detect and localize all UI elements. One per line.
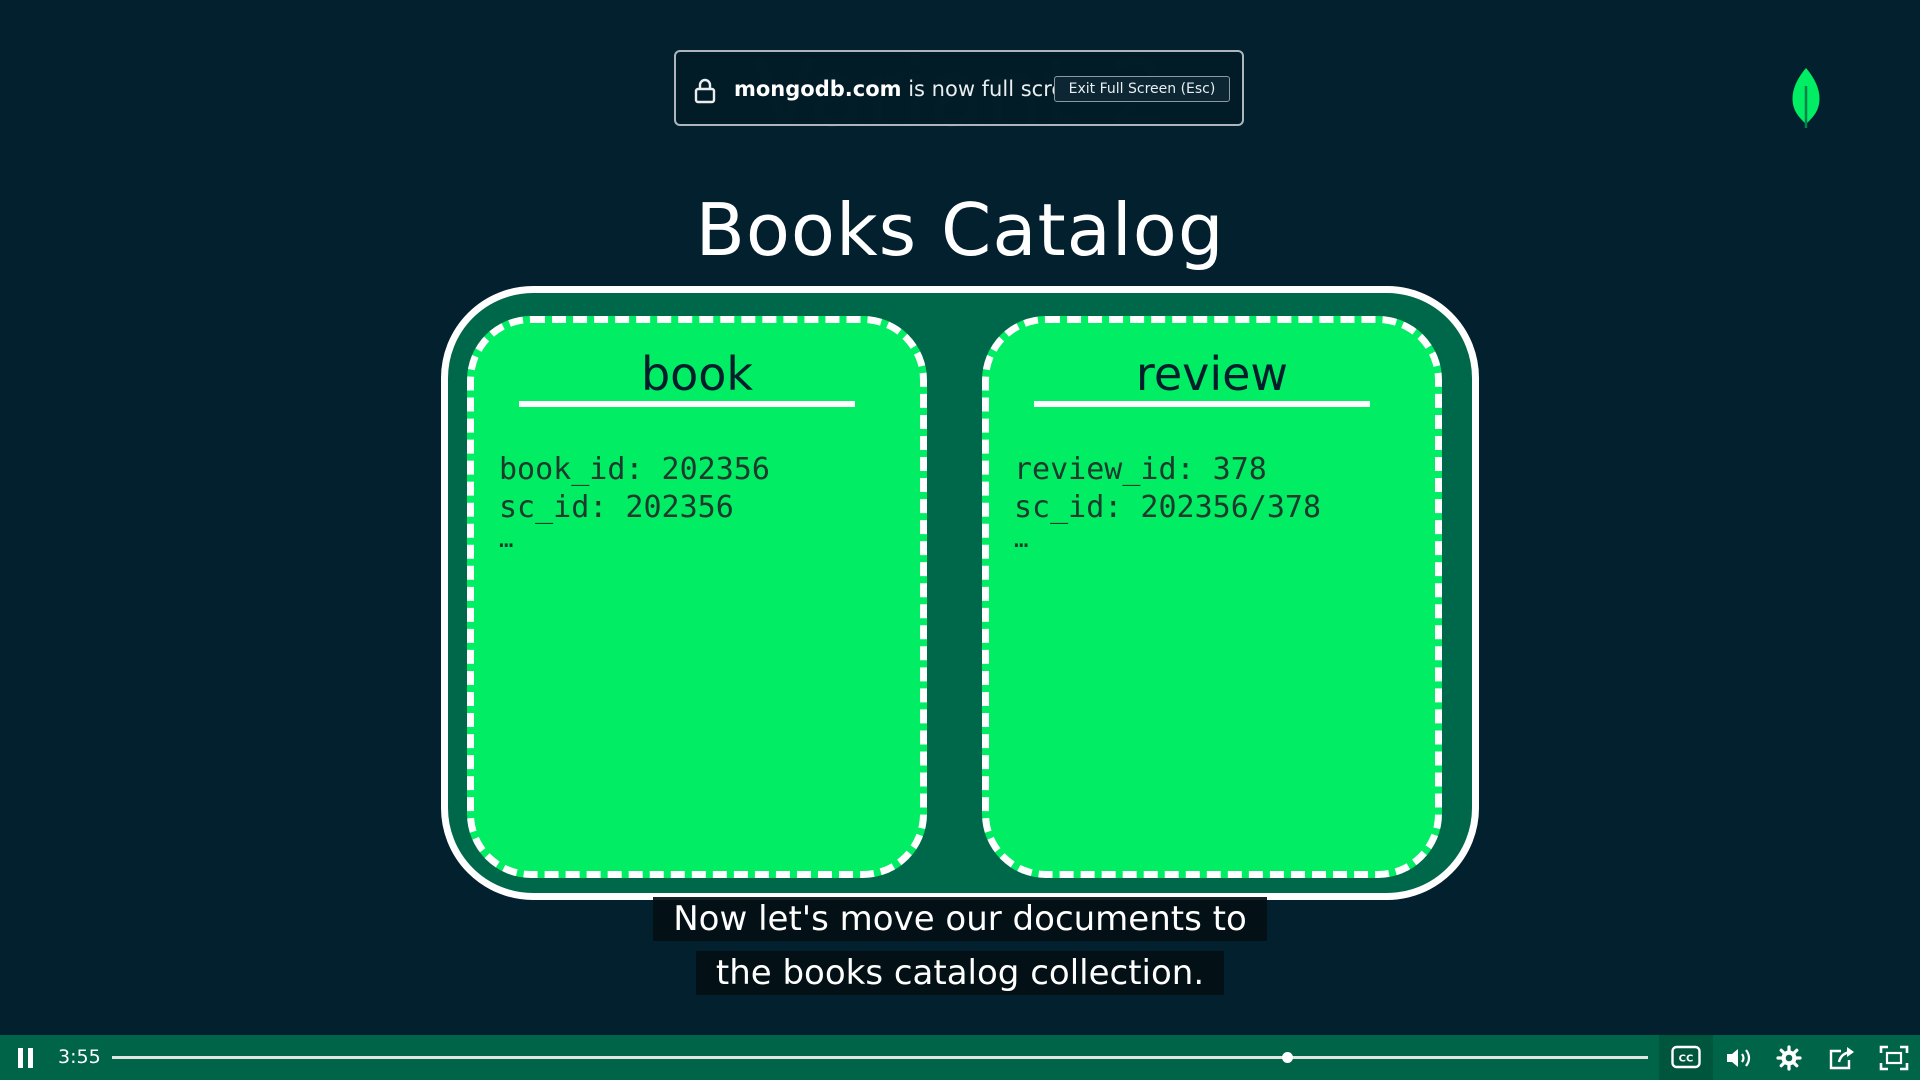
svg-text:CC: CC — [1679, 1054, 1694, 1065]
subtitle-caption: Now let's move our documents to the book… — [0, 892, 1920, 1000]
pause-button[interactable] — [18, 1045, 36, 1071]
review-document-title: review — [1135, 347, 1289, 401]
caption-line-1: Now let's move our documents to — [653, 897, 1267, 941]
lock-icon — [694, 78, 716, 104]
book-document: book book_id: 202356 sc_id: 202356 … — [467, 316, 927, 878]
fullscreen-domain: mongodb.com — [734, 77, 902, 101]
fullscreen-icon — [1879, 1045, 1909, 1071]
mongodb-leaf-icon — [1792, 68, 1820, 128]
video-frame[interactable]: Variant 2 mongodb.com is now full screen… — [0, 0, 1920, 1035]
review-document-fields: review_id: 378 sc_id: 202356/378 — [1014, 452, 1322, 525]
closed-captions-button[interactable]: CC — [1659, 1035, 1713, 1080]
progress-bar[interactable] — [112, 1052, 1648, 1063]
player-controls: 3:55 CC — [0, 1035, 1920, 1080]
book-document-fields: book_id: 202356 sc_id: 202356 — [499, 452, 770, 525]
share-icon — [1829, 1047, 1854, 1070]
exit-fullscreen-button[interactable]: Exit Full Screen (Esc) — [1054, 76, 1230, 102]
book-document-title: book — [640, 347, 754, 401]
fullscreen-message: mongodb.com is now full screen — [734, 77, 1091, 101]
progress-handle[interactable] — [1282, 1052, 1294, 1063]
review-title-divider — [1034, 401, 1370, 407]
slide-title: Books Catalog — [695, 188, 1225, 272]
review-document: review review_id: 378 sc_id: 202356/378 … — [982, 316, 1442, 878]
caption-line-2: the books catalog collection. — [695, 951, 1225, 995]
settings-icon — [1776, 1045, 1802, 1071]
settings-button[interactable] — [1775, 1045, 1803, 1071]
closed-captions-icon: CC — [1671, 1045, 1701, 1069]
current-time: 3:55 — [58, 1046, 101, 1068]
volume-button[interactable] — [1724, 1045, 1754, 1071]
book-title-divider — [519, 401, 855, 407]
fullscreen-notification: mongodb.com is now full screen Exit Full… — [674, 50, 1244, 126]
fullscreen-button[interactable] — [1879, 1045, 1909, 1071]
share-button[interactable] — [1827, 1045, 1857, 1071]
volume-icon — [1727, 1049, 1751, 1067]
review-document-ellipsis: … — [1014, 525, 1029, 553]
book-document-ellipsis: … — [499, 525, 514, 553]
